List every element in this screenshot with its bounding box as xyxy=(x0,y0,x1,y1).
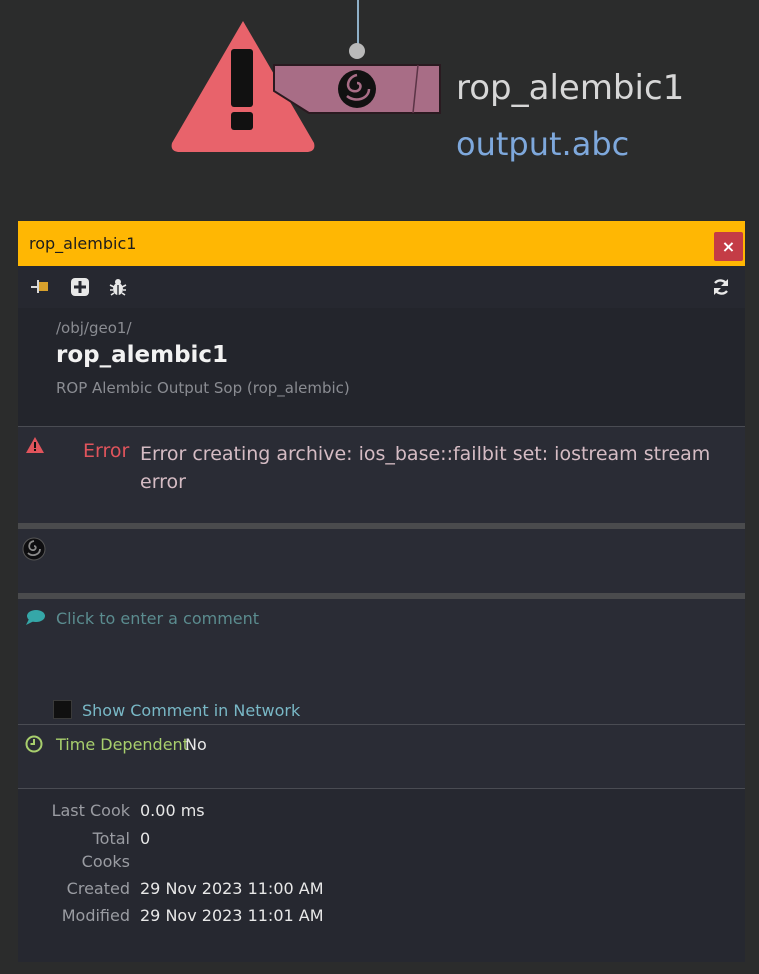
panel-titlebar[interactable]: rop_alembic1 × xyxy=(18,221,745,266)
time-dependent-value: No xyxy=(185,735,207,754)
comment-icon xyxy=(26,610,45,625)
show-comment-label[interactable]: Show Comment in Network xyxy=(82,701,300,720)
input-wire xyxy=(357,0,359,44)
panel-toolbar xyxy=(18,266,745,308)
clock-icon xyxy=(25,735,43,753)
node-name-label[interactable]: rop_alembic1 xyxy=(456,68,684,108)
time-dependent-label: Time Dependent xyxy=(56,735,189,754)
close-button[interactable]: × xyxy=(714,232,743,261)
node-title: rop_alembic1 xyxy=(56,342,229,368)
total-cooks-label-line1: Total xyxy=(92,829,130,848)
modified-label: Modified xyxy=(61,906,130,925)
node-output-file-label: output.abc xyxy=(456,125,630,163)
error-label: Error xyxy=(83,440,130,462)
add-icon[interactable] xyxy=(70,277,90,297)
total-cooks-label-line2: Cooks xyxy=(81,852,130,871)
panel-title: rop_alembic1 xyxy=(29,234,137,253)
houdini-swirl-icon xyxy=(22,537,46,561)
pin-icon[interactable] xyxy=(30,277,50,297)
last-cook-value: 0.00 ms xyxy=(140,801,205,820)
sop-section xyxy=(18,529,745,593)
comment-section: Click to enter a comment Show Comment in… xyxy=(18,599,745,725)
created-label: Created xyxy=(66,879,130,898)
created-value: 29 Nov 2023 11:00 AM xyxy=(140,879,324,898)
node-header: /obj/geo1/ rop_alembic1 ROP Alembic Outp… xyxy=(18,308,745,427)
warning-icon xyxy=(26,437,44,453)
node-type-label: ROP Alembic Output Sop (rop_alembic) xyxy=(56,379,350,397)
comment-input[interactable]: Click to enter a comment xyxy=(56,609,259,628)
rop-alembic-node[interactable] xyxy=(273,63,441,115)
refresh-icon[interactable] xyxy=(711,277,731,297)
modified-value: 29 Nov 2023 11:01 AM xyxy=(140,906,324,925)
node-path: /obj/geo1/ xyxy=(56,319,132,337)
error-section: Error Error creating archive: ios_base::… xyxy=(18,427,745,523)
total-cooks-value: 0 xyxy=(140,829,151,848)
node-info-panel: rop_alembic1 × /obj/geo1/ rop_alembic1 R… xyxy=(18,221,745,962)
last-cook-label: Last Cook xyxy=(51,801,130,820)
debug-icon[interactable] xyxy=(108,277,128,297)
time-dependent-section: Time Dependent No xyxy=(18,725,745,789)
cook-stats: Last Cook 0.00 ms Total Cooks 0 Created … xyxy=(18,789,745,959)
error-message: Error creating archive: ios_base::failbi… xyxy=(140,443,711,493)
show-comment-checkbox[interactable] xyxy=(53,700,72,719)
node-input-connector[interactable] xyxy=(349,43,365,59)
